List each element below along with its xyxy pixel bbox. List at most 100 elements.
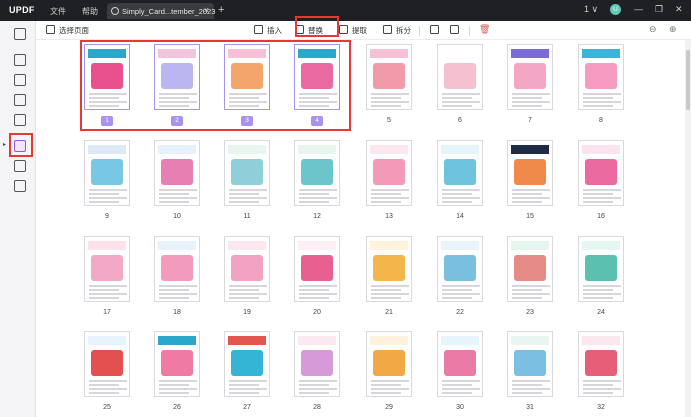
page-number: 10 — [173, 213, 181, 220]
page-text-line — [512, 297, 542, 299]
minimize-icon[interactable]: — — [634, 4, 643, 14]
page-image — [161, 350, 193, 376]
page-text-line — [299, 297, 329, 299]
scrollbar-thumb[interactable] — [686, 50, 690, 110]
convert-tool-icon[interactable] — [14, 114, 26, 126]
document-tab[interactable]: Simply_Card...tember_2023 × — [107, 3, 215, 19]
page-thumbnail[interactable] — [224, 140, 270, 206]
page-text-line — [299, 380, 337, 382]
page-text-line — [583, 289, 613, 291]
page-image — [91, 255, 123, 281]
reader-mode-icon[interactable] — [14, 28, 26, 40]
page-text-line — [583, 293, 621, 295]
page-text-line — [299, 293, 337, 295]
form-tool-icon[interactable] — [14, 94, 26, 106]
edit-pdf-icon[interactable] — [14, 74, 26, 86]
page-thumbnail[interactable] — [84, 331, 130, 397]
window-count-dropdown[interactable]: 1 ∨ — [584, 4, 598, 15]
insert-button[interactable]: 插入 — [254, 21, 282, 40]
page-text-line — [371, 101, 409, 103]
restore-icon[interactable]: ❐ — [655, 4, 663, 15]
page-thumbnail[interactable] — [294, 140, 340, 206]
expand-arrow-icon[interactable]: ▸ — [3, 141, 6, 148]
ocr-tool-icon[interactable] — [14, 160, 26, 172]
page-thumbnail[interactable] — [437, 236, 483, 302]
rotate-left-icon — [430, 25, 439, 34]
page-thumbnail[interactable] — [366, 44, 412, 110]
zoom-in-icon[interactable]: ⊕ — [669, 24, 677, 35]
page-thumbnail[interactable] — [507, 236, 553, 302]
page-text-line — [583, 189, 621, 191]
close-tab-icon[interactable]: × — [204, 5, 209, 15]
page-text-line — [159, 380, 197, 382]
page-thumbnail[interactable] — [294, 236, 340, 302]
page-thumbnail[interactable] — [507, 140, 553, 206]
page-tools-icon[interactable] — [14, 180, 26, 192]
page-thumbnail[interactable] — [224, 331, 270, 397]
page-thumbnail[interactable] — [154, 331, 200, 397]
page-text-line — [512, 293, 550, 295]
select-pages-label: 选择页面 — [59, 26, 89, 35]
page-thumbnail[interactable] — [578, 140, 624, 206]
page-thumbnail[interactable] — [154, 140, 200, 206]
page-text-line — [442, 297, 472, 299]
close-window-icon[interactable]: ✕ — [675, 4, 683, 15]
page-text-line — [89, 197, 127, 199]
document-icon — [111, 7, 119, 15]
page-text-line — [229, 193, 259, 195]
page-thumbnail[interactable] — [84, 140, 130, 206]
page-number: 18 — [173, 309, 181, 316]
page-thumbnail[interactable] — [578, 44, 624, 110]
page-thumbnail[interactable] — [507, 44, 553, 110]
page-image — [301, 255, 333, 281]
page-text-line — [442, 93, 480, 95]
page-number: 30 — [456, 404, 464, 411]
comment-tool-icon[interactable] — [14, 54, 26, 66]
page-thumbnail[interactable] — [507, 331, 553, 397]
page-text-line — [299, 289, 329, 291]
page-header-band — [511, 145, 549, 154]
page-text-line — [229, 380, 267, 382]
page-thumbnail[interactable] — [437, 44, 483, 110]
page-header-band — [441, 241, 479, 250]
rotate-right-button[interactable] — [450, 21, 463, 40]
rotate-left-button[interactable] — [430, 21, 443, 40]
page-header-band — [158, 336, 196, 345]
page-text-line — [89, 380, 127, 382]
rotate-right-icon — [450, 25, 459, 34]
page-number: 15 — [526, 213, 534, 220]
page-text-line — [371, 380, 409, 382]
page-thumbnail[interactable] — [84, 236, 130, 302]
page-text-line — [442, 392, 472, 394]
select-pages-button[interactable]: 选择页面 — [46, 21, 89, 40]
new-tab-button[interactable]: + — [218, 4, 224, 16]
page-text-line — [371, 193, 401, 195]
page-text-line — [442, 201, 472, 203]
zoom-out-icon[interactable]: ⊖ — [649, 24, 657, 35]
page-header-band — [370, 145, 408, 154]
page-thumbnail[interactable] — [366, 331, 412, 397]
page-thumbnail[interactable] — [366, 140, 412, 206]
page-image — [585, 255, 617, 281]
page-thumbnail[interactable] — [154, 236, 200, 302]
page-thumbnail[interactable] — [366, 236, 412, 302]
page-thumbnail[interactable] — [294, 331, 340, 397]
page-text-line — [89, 193, 119, 195]
page-text-line — [371, 285, 409, 287]
menu-file[interactable]: 文件 — [50, 6, 66, 17]
menu-help[interactable]: 帮助 — [82, 6, 98, 17]
page-thumbnail[interactable] — [437, 331, 483, 397]
page-text-line — [229, 289, 259, 291]
split-button[interactable]: 拆分 — [383, 21, 411, 40]
page-header-band — [582, 336, 620, 345]
page-thumbnail[interactable] — [224, 236, 270, 302]
page-text-line — [229, 384, 259, 386]
user-avatar[interactable]: U — [610, 4, 621, 15]
page-thumbnail[interactable] — [578, 331, 624, 397]
page-image — [585, 350, 617, 376]
page-text-line — [442, 380, 480, 382]
page-thumbnail[interactable] — [578, 236, 624, 302]
page-thumbnail[interactable] — [437, 140, 483, 206]
delete-page-icon[interactable]: 🗑 — [479, 24, 490, 35]
extract-button[interactable]: 提取 — [339, 21, 367, 40]
